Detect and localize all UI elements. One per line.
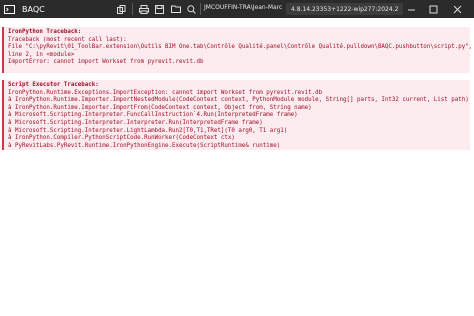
window-title: BAQC	[22, 4, 45, 14]
executor-line: à Microsoft.Scripting.Interpreter.FuncCa…	[8, 112, 298, 119]
close-icon[interactable]	[448, 0, 466, 18]
executor-header: Script Executor Traceback:	[8, 82, 99, 88]
minimize-icon[interactable]	[402, 0, 420, 18]
maximize-icon[interactable]	[424, 0, 442, 18]
ironpython-traceback-block: IronPython Traceback: Traceback (most re…	[2, 27, 473, 73]
executor-line: à IronPython.Compiler.PythonScriptCode.R…	[8, 135, 235, 142]
script-executor-traceback-block: Script Executor Traceback: IronPython.Ru…	[2, 80, 470, 150]
traceback-line: ImportError: cannot import Workset from …	[8, 59, 204, 66]
save-icon[interactable]	[152, 0, 167, 18]
executor-line: à Microsoft.Scripting.Interpreter.Interp…	[8, 119, 263, 126]
search-icon[interactable]	[184, 0, 199, 18]
executor-line: à IronPython.Runtime.Importer.ImportNest…	[8, 97, 469, 104]
traceback-line: File "C:\pyRevit\01_ToolBar.extension\Ou…	[8, 44, 473, 51]
traceback-line: line 2, in <module>	[8, 51, 75, 58]
traceback-header: IronPython Traceback:	[8, 29, 82, 35]
toolbar-divider	[132, 3, 133, 15]
version-badge: 4.8.14.23353+1222-wip277:2024.2	[286, 3, 404, 15]
toolbar-divider	[200, 3, 201, 15]
copy-icon[interactable]	[114, 0, 129, 18]
user-label: JMCOUFFIN-TRA\Jean-Marc	[204, 4, 283, 11]
print-icon[interactable]	[136, 0, 151, 18]
title-bar: BAQC JMCOUFFIN-TRA\Jean-Marc 4.8.14.2335…	[0, 0, 474, 18]
open-folder-icon[interactable]	[168, 0, 183, 18]
app-logo-icon	[0, 0, 18, 18]
executor-line: à PyRevitLabs.PyRevit.Runtime.IronPython…	[8, 142, 281, 149]
